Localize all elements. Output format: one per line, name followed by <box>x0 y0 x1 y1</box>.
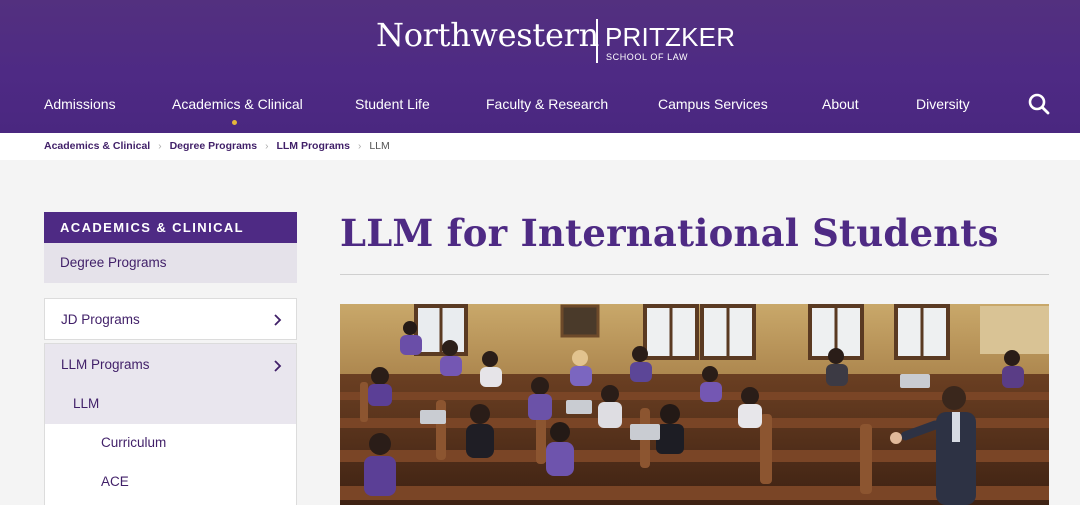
nav-academics-clinical[interactable]: Academics & Clinical <box>172 94 303 114</box>
search-icon[interactable] <box>1026 91 1052 117</box>
sidebar-item-ace[interactable]: ACE <box>101 474 129 489</box>
breadcrumb-separator-icon: › <box>357 141 362 152</box>
sidebar-parent-degree-programs[interactable]: Degree Programs <box>44 243 297 283</box>
breadcrumb-separator-icon: › <box>158 141 162 152</box>
logo-divider <box>596 19 598 63</box>
logo-northwestern: Northwestern <box>376 16 599 54</box>
breadcrumb-academics-clinical[interactable]: Academics & Clinical <box>44 140 150 152</box>
chevron-right-icon[interactable] <box>272 313 282 326</box>
sidebar-item-label: LLM Programs <box>61 357 150 372</box>
nav-faculty-research[interactable]: Faculty & Research <box>486 94 608 114</box>
breadcrumb-separator-icon: › <box>265 141 269 152</box>
logo-school-of-law: SCHOOL OF LAW <box>606 52 689 62</box>
sidebar-item-jd-programs[interactable]: JD Programs <box>44 298 297 340</box>
breadcrumb-llm-programs[interactable]: LLM Programs <box>276 140 350 152</box>
nav-campus-services[interactable]: Campus Services <box>658 94 768 114</box>
main-nav: Admissions Academics & Clinical Student … <box>0 94 1080 116</box>
site-logo[interactable]: Northwestern PRITZKER SCHOOL OF LAW <box>0 14 1080 64</box>
sidebar-item-label: JD Programs <box>61 312 140 327</box>
breadcrumb-current: LLM <box>369 140 390 152</box>
page-title: LLM for International Students <box>340 211 999 255</box>
site-header: Northwestern PRITZKER SCHOOL OF LAW Admi… <box>0 0 1080 133</box>
active-nav-indicator <box>232 120 237 125</box>
breadcrumb: Academics & Clinical › Degree Programs › LLM… <box>44 140 390 153</box>
classroom-photo <box>340 304 1049 505</box>
breadcrumb-degree-programs[interactable]: Degree Programs <box>170 140 258 152</box>
nav-admissions[interactable]: Admissions <box>44 94 116 114</box>
sidebar-item-curriculum[interactable]: Curriculum <box>101 435 166 450</box>
nav-diversity[interactable]: Diversity <box>916 94 970 114</box>
sidebar-item-llm-active[interactable]: LLM <box>73 396 99 411</box>
nav-about[interactable]: About <box>822 94 859 114</box>
sidebar-item-llm-programs[interactable]: LLM Programs LLM <box>45 344 296 424</box>
sidebar-group-llm-programs: LLM Programs LLM Curriculum ACE <box>44 343 297 505</box>
sidebar-heading[interactable]: ACADEMICS & CLINICAL <box>44 212 297 243</box>
nav-student-life[interactable]: Student Life <box>355 94 430 114</box>
title-divider <box>340 274 1049 275</box>
chevron-right-icon[interactable] <box>272 359 282 372</box>
logo-pritzker: PRITZKER <box>605 22 736 52</box>
breadcrumb-bar: Academics & Clinical › Degree Programs › LLM… <box>0 133 1080 160</box>
